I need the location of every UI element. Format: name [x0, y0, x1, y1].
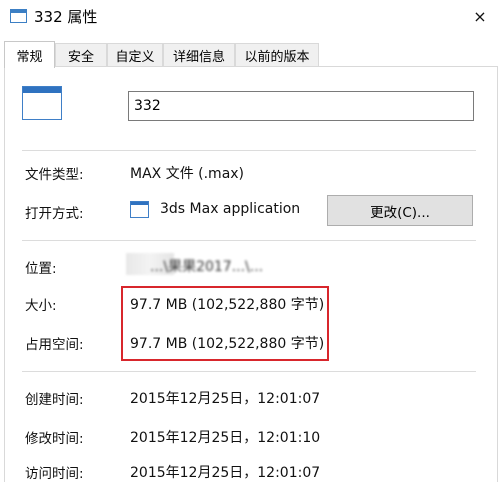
file-type-label: 文件类型: — [25, 167, 84, 183]
tab-custom[interactable]: 自定义 — [107, 43, 163, 67]
tab-previous-versions[interactable]: 以前的版本 — [235, 43, 319, 67]
change-button[interactable]: 更改(C)... — [327, 195, 473, 226]
created-label: 创建时间: — [25, 392, 84, 408]
file-icon — [22, 86, 62, 120]
tab-general[interactable]: 常规 — [4, 41, 55, 68]
tab-details[interactable]: 详细信息 — [163, 43, 235, 67]
open-with-label: 打开方式: — [25, 206, 84, 222]
open-with-value: 3ds Max application — [160, 201, 301, 217]
modified-label: 修改时间: — [25, 431, 84, 447]
window-title: 332 属性 — [34, 8, 98, 26]
app-icon — [130, 201, 149, 218]
title-bar: 332 属性 × — [0, 0, 500, 34]
tab-security[interactable]: 安全 — [55, 43, 107, 67]
created-value: 2015年12月25日，12:01:07 — [130, 391, 321, 407]
file-name-field[interactable]: 332 — [128, 91, 474, 121]
close-button[interactable]: × — [460, 0, 500, 32]
divider — [22, 150, 476, 151]
size-label: 大小: — [25, 298, 57, 314]
divider — [22, 240, 476, 241]
divider — [22, 371, 476, 372]
accessed-value: 2015年12月25日，12:01:07 — [130, 465, 321, 481]
location-value: ...\果果2017...\... — [150, 259, 264, 275]
highlight-box — [121, 286, 329, 361]
window-icon — [10, 9, 27, 23]
close-icon: × — [473, 6, 487, 26]
disk-size-label: 占用空间: — [25, 337, 84, 353]
accessed-label: 访问时间: — [25, 466, 84, 482]
file-type-value: MAX 文件 (.max) — [130, 166, 245, 182]
location-label: 位置: — [25, 261, 57, 277]
modified-value: 2015年12月25日，12:01:10 — [130, 430, 321, 446]
